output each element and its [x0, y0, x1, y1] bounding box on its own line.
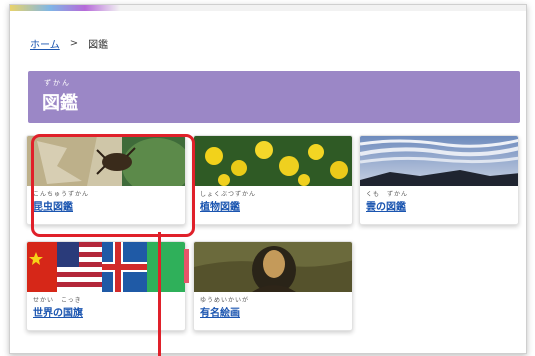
card-flags[interactable]: せかい こっき 世界の国旗 — [26, 241, 186, 331]
flags-photo — [27, 242, 185, 292]
highlight-box — [31, 134, 195, 237]
card-ruby: ゆうめいかいが — [200, 297, 250, 304]
breadcrumb-separator: > — [69, 37, 79, 49]
breadcrumb: ホーム > 図鑑 — [30, 35, 108, 51]
page-header: ずかん 図鑑 — [28, 71, 520, 123]
browser-window: ホーム > 図鑑 ずかん 図鑑 こんちゅうずかん 昆虫図鑑 しょくぶつずかん 植… — [9, 4, 527, 354]
highlight-pointer — [158, 232, 161, 356]
card-label[interactable]: 有名絵画 — [200, 304, 240, 319]
card-label[interactable]: 世界の国旗 — [33, 304, 83, 319]
card-cloud[interactable]: くも ずかん 雲の図鑑 — [359, 135, 519, 225]
plant-photo — [194, 136, 352, 186]
painting-photo — [194, 242, 352, 292]
card-painting[interactable]: ゆうめいかいが 有名絵画 — [193, 241, 353, 331]
card-ruby: せかい こっき — [33, 297, 82, 304]
breadcrumb-home-link[interactable]: ホーム — [30, 36, 60, 51]
card-label[interactable]: 雲の図鑑 — [366, 198, 406, 213]
top-color-band — [10, 5, 526, 11]
partial-card-edge — [184, 249, 189, 283]
card-ruby: くも ずかん — [366, 191, 409, 198]
page-title-ruby: ずかん — [44, 79, 71, 87]
breadcrumb-current: 図鑑 — [88, 39, 109, 51]
card-label[interactable]: 植物図鑑 — [200, 198, 240, 213]
cloud-photo — [360, 136, 518, 186]
card-ruby: しょくぶつずかん — [200, 191, 257, 198]
card-plant[interactable]: しょくぶつずかん 植物図鑑 — [193, 135, 353, 225]
page-title: 図鑑 — [42, 93, 78, 114]
